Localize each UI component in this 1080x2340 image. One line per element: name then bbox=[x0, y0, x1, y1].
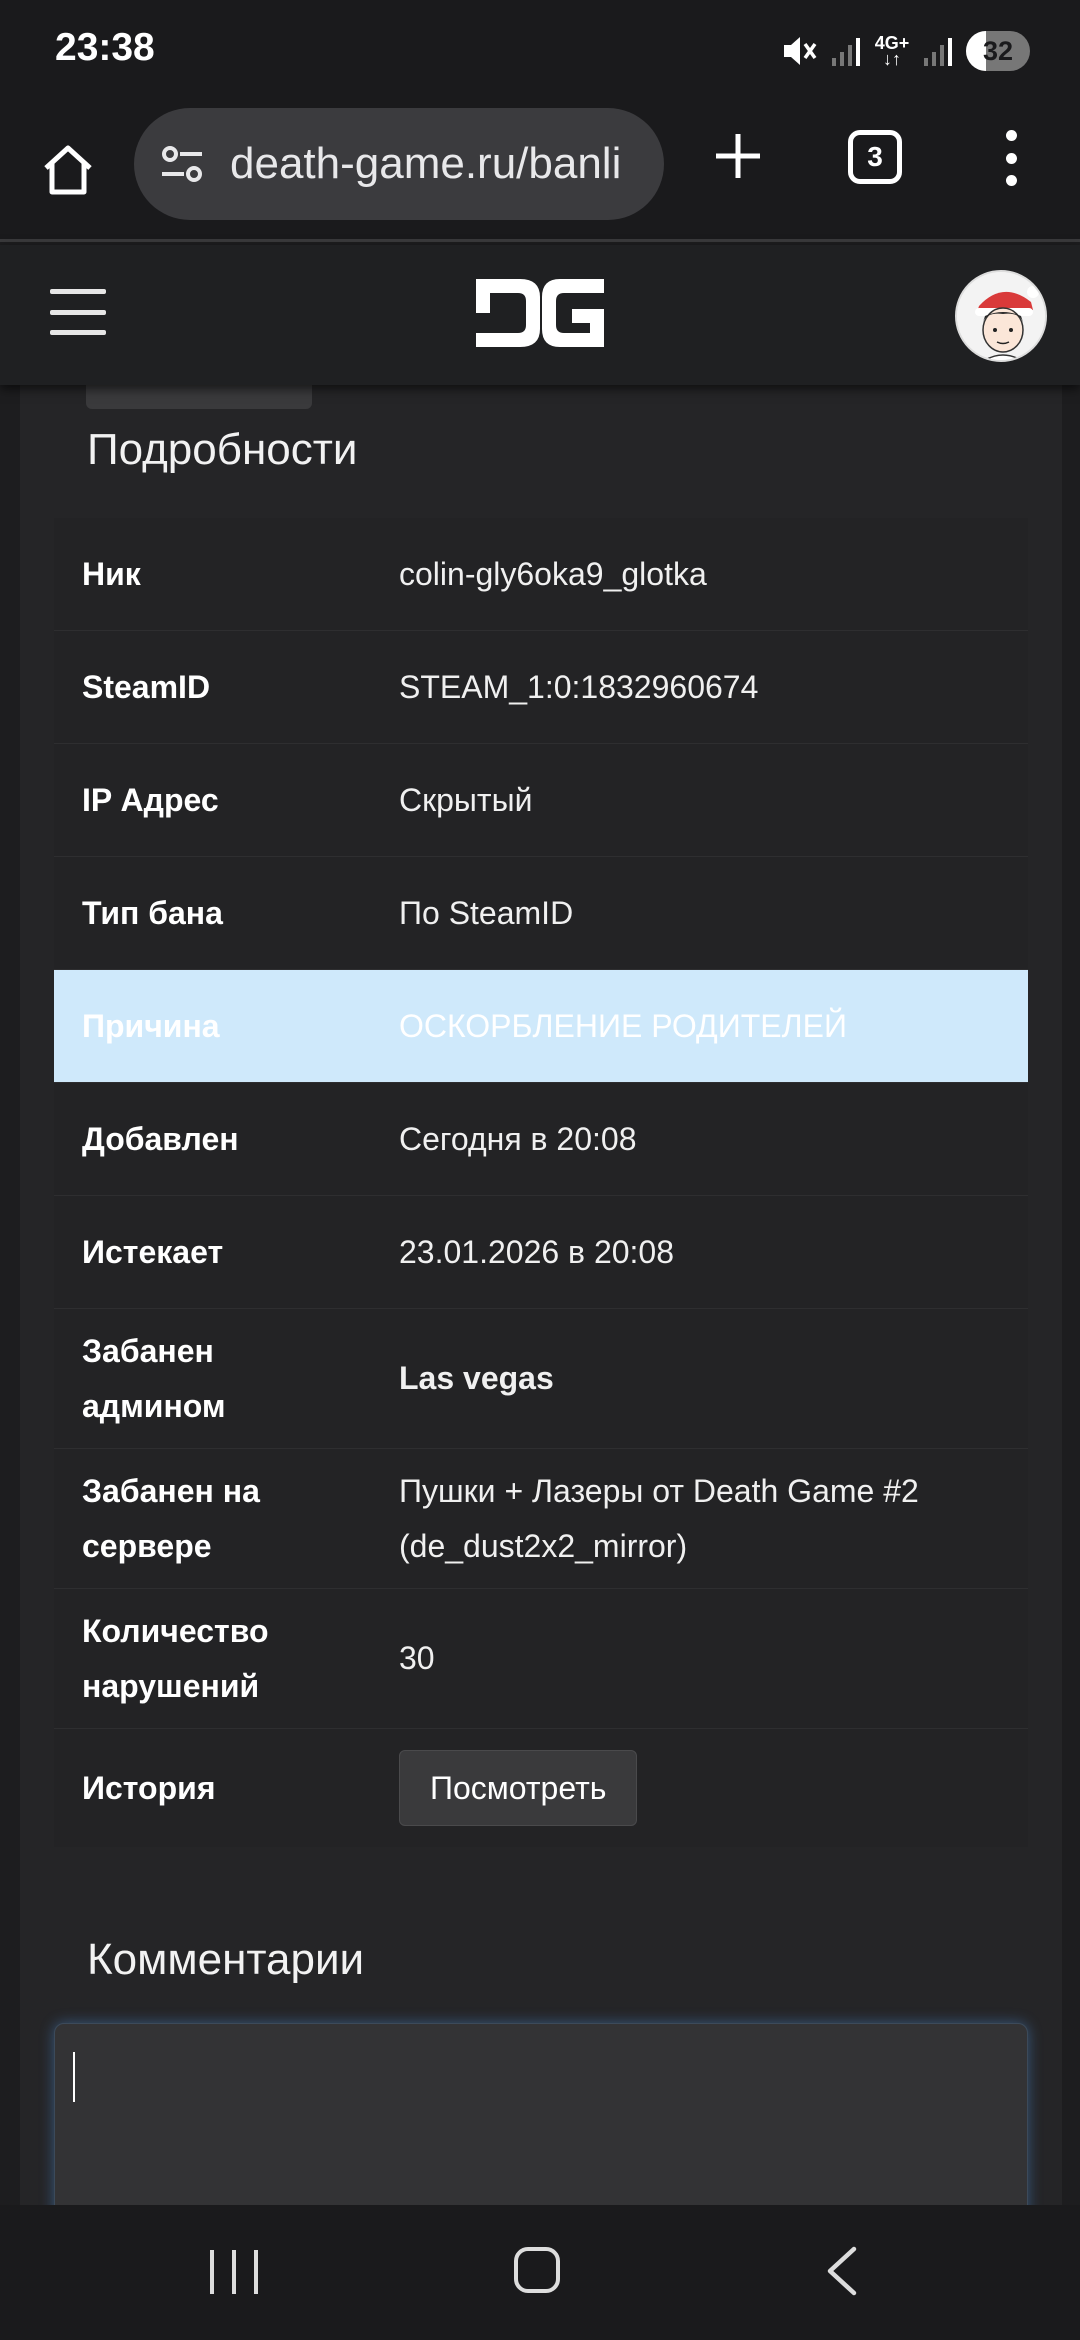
row-label: Забанен на сервере bbox=[82, 1472, 260, 1564]
network-type: 4G+ ↓↑ bbox=[874, 33, 910, 69]
table-row-added: Добавлен Сегодня в 20:08 bbox=[54, 1083, 1028, 1196]
row-value: 30 bbox=[399, 1640, 435, 1676]
table-row-steamid: SteamID STEAM_1:0:1832960674 bbox=[54, 631, 1028, 744]
back-button-partial[interactable] bbox=[86, 385, 312, 409]
home-icon bbox=[44, 145, 92, 195]
row-label: IP Адрес bbox=[82, 781, 219, 818]
comments-title: Комментарии bbox=[87, 1935, 365, 1984]
view-history-button[interactable]: Посмотреть bbox=[399, 1750, 638, 1826]
row-label: Истекает bbox=[82, 1233, 224, 1270]
table-row-ban-type: Тип бана По SteamID bbox=[54, 857, 1028, 970]
table-row-ip: IP Адрес Скрытый bbox=[54, 744, 1028, 857]
table-row-nick: Ник colin-gly6oka9_glotka bbox=[54, 518, 1028, 631]
home-nav-icon[interactable] bbox=[514, 2247, 560, 2293]
tab-count: 3 bbox=[867, 141, 883, 172]
row-value: Скрытый bbox=[399, 781, 533, 818]
details-title: Подробности bbox=[87, 425, 358, 474]
table-row-expires: Истекает 23.01.2026 в 20:08 bbox=[54, 1196, 1028, 1309]
signal-icon-2 bbox=[924, 36, 952, 66]
plus-icon bbox=[716, 134, 760, 178]
mute-icon bbox=[784, 37, 817, 65]
site-settings-icon[interactable] bbox=[158, 139, 208, 189]
status-time: 23:38 bbox=[55, 26, 155, 69]
recent-apps-icon[interactable] bbox=[210, 2250, 258, 2294]
row-label: Тип бана bbox=[82, 894, 223, 931]
row-value: Посмотреть bbox=[399, 1729, 1009, 1847]
row-value: STEAM_1:0:1832960674 bbox=[399, 668, 759, 705]
admin-name: Las vegas bbox=[399, 1360, 554, 1396]
browser-toolbar: death-game.ru/banli 3 bbox=[0, 100, 1080, 242]
address-bar[interactable]: death-game.ru/banli bbox=[134, 108, 664, 220]
table-row-server: Забанен на сервере Пушки + Лазеры от Dea… bbox=[54, 1449, 1028, 1589]
row-label: SteamID bbox=[82, 668, 211, 705]
row-value: colin-gly6oka9_glotka bbox=[399, 555, 707, 592]
url-text: death-game.ru/banli bbox=[230, 139, 622, 188]
hamburger-menu-icon[interactable] bbox=[50, 289, 106, 335]
status-bar: 23:38 4G+ ↓↑ 32 bbox=[0, 0, 1080, 100]
row-value: 23.01.2026 в 20:08 bbox=[399, 1233, 675, 1270]
row-value: Сегодня в 20:08 bbox=[399, 1120, 637, 1157]
details-table: Ник colin-gly6oka9_glotka SteamID STEAM_… bbox=[54, 518, 1028, 1847]
avatar-image bbox=[957, 272, 1045, 360]
battery-icon: 32 bbox=[966, 31, 1030, 71]
row-value: Пушки + Лазеры от Death Game #2 (de_dust… bbox=[399, 1472, 919, 1564]
row-label: История bbox=[82, 1769, 216, 1806]
site-logo[interactable] bbox=[472, 275, 608, 351]
user-avatar[interactable] bbox=[955, 270, 1047, 362]
row-label: Забанен админом bbox=[82, 1332, 226, 1424]
more-dot-icon bbox=[1005, 130, 1017, 141]
signal-icon bbox=[832, 36, 860, 66]
home-button[interactable] bbox=[30, 132, 106, 208]
row-value: По SteamID bbox=[399, 894, 574, 931]
more-menu-button[interactable] bbox=[986, 120, 1036, 196]
system-nav-bar bbox=[0, 2205, 1080, 2340]
status-icons: 4G+ ↓↑ 32 bbox=[780, 28, 1030, 74]
table-row-admin: Забанен админом Las vegas bbox=[54, 1309, 1028, 1449]
site-header bbox=[0, 245, 1080, 385]
row-label: Добавлен bbox=[82, 1120, 239, 1157]
row-label: Ник bbox=[82, 555, 141, 592]
battery-level: 32 bbox=[982, 35, 1014, 66]
text-caret bbox=[73, 2052, 75, 2102]
table-row-violations: Количество нарушений 30 bbox=[54, 1589, 1028, 1729]
table-row-reason: Причина ОСКОРБЛЕНИЕ РОДИТЕЛЕЙ bbox=[54, 970, 1028, 1083]
ban-details-panel: Подробности Ник colin-gly6oka9_glotka St… bbox=[20, 385, 1062, 2263]
row-value: ОСКОРБЛЕНИЕ РОДИТЕЛЕЙ bbox=[399, 1007, 847, 1044]
row-label: Причина bbox=[82, 1007, 220, 1044]
tab-switcher-button[interactable]: 3 bbox=[848, 130, 902, 184]
row-label: Количество нарушений bbox=[82, 1612, 269, 1704]
table-row-history: История Посмотреть bbox=[54, 1729, 1028, 1847]
new-tab-button[interactable] bbox=[700, 118, 776, 194]
back-icon[interactable] bbox=[822, 2245, 862, 2297]
